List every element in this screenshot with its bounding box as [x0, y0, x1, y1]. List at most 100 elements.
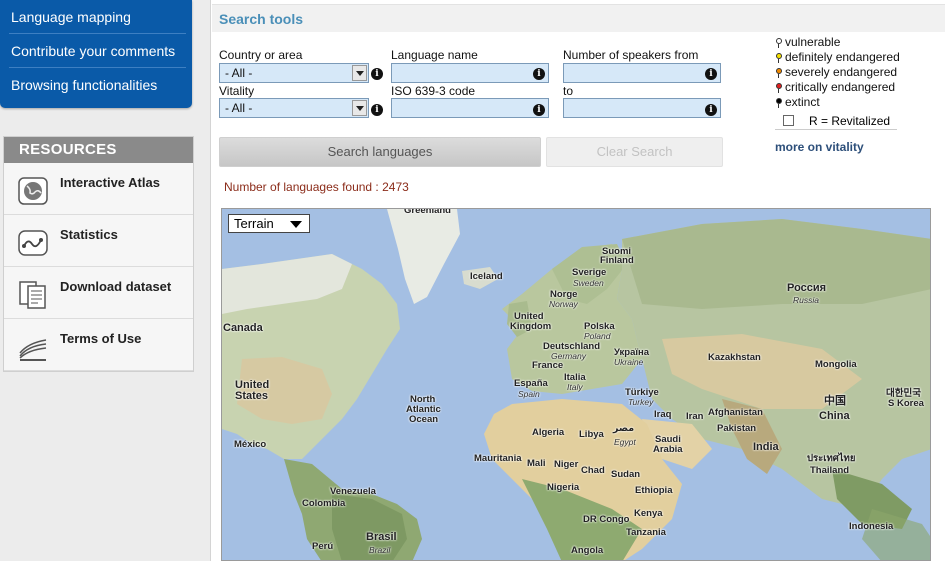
map-label: Canada	[223, 322, 263, 334]
country-select[interactable]: - All -	[219, 63, 369, 83]
map-label: Spain	[518, 389, 540, 399]
revitalized-checkbox[interactable]	[783, 115, 794, 126]
resource-statistics[interactable]: Statistics	[4, 215, 193, 267]
clear-search-button[interactable]: Clear Search	[546, 137, 723, 167]
map-label: Iran	[686, 411, 704, 422]
resource-label: Interactive Atlas	[60, 175, 160, 190]
map-label: مصر	[613, 423, 635, 434]
map-label: 中国	[824, 395, 846, 407]
statistics-icon	[18, 230, 48, 256]
map-label: Chad	[581, 465, 605, 476]
legend-item-definitely-endangered: definitely endangered	[775, 50, 935, 65]
pin-icon	[776, 98, 782, 108]
map-label: Россия	[787, 282, 827, 294]
country-label: Country or area	[219, 48, 303, 62]
map-label: ประเทศไทย	[807, 453, 856, 464]
map-label: México	[234, 439, 267, 450]
search-tools-header: Search tools	[212, 4, 945, 32]
map-label: DR Congo	[583, 514, 630, 525]
resources-panel: RESOURCES Interactive Atlas Statistics D…	[3, 136, 194, 372]
revitalized-toggle[interactable]: R = Revitalized	[775, 112, 897, 130]
map-label: Tanzania	[626, 527, 666, 538]
legend-item-extinct: extinct	[775, 95, 935, 110]
map-label: India	[753, 441, 779, 453]
map-label: Venezuela	[330, 486, 376, 497]
map-label: Afghanistan	[708, 407, 763, 418]
map-label: Iraq	[654, 409, 672, 420]
legend-item-critically-endangered: critically endangered	[775, 80, 935, 95]
map-label: Arabia	[653, 444, 683, 455]
resource-label: Statistics	[60, 227, 118, 242]
resource-label: Download dataset	[60, 279, 172, 294]
map-label: Norway	[549, 299, 578, 309]
search-languages-button[interactable]: Search languages	[219, 137, 541, 167]
map-label: France	[532, 360, 564, 371]
pin-icon	[776, 38, 782, 48]
resource-label: Terms of Use	[60, 331, 142, 346]
map-label: China	[819, 410, 850, 422]
iso-code-input[interactable]	[391, 98, 549, 118]
map-label: Brazil	[369, 545, 391, 555]
revitalized-label: R = Revitalized	[809, 114, 891, 128]
resource-interactive-atlas[interactable]: Interactive Atlas	[4, 163, 193, 215]
main-content: Search tools Country or area - All - i L…	[212, 0, 945, 561]
vitality-info-icon[interactable]: i	[371, 104, 383, 116]
country-info-icon[interactable]: i	[371, 68, 383, 80]
more-on-vitality-link[interactable]: more on vitality	[775, 140, 864, 154]
iso-label: ISO 639-3 code	[391, 84, 476, 98]
vitality-label: Vitality	[219, 84, 255, 98]
globe-icon	[18, 177, 48, 205]
nav-language-mapping[interactable]: Language mapping	[0, 0, 192, 34]
map-label: Greenland	[404, 208, 451, 216]
map-label: 대한민국	[886, 388, 921, 399]
map-type-select[interactable]: Terrain	[228, 214, 310, 233]
world-map[interactable]: Terrain Greenland Iceland Suomi Finland …	[221, 208, 931, 561]
map-label: Poland	[584, 331, 611, 341]
map-label: Iceland	[470, 271, 503, 282]
nav-browsing-functionalities[interactable]: Browsing functionalities	[0, 68, 192, 102]
resource-terms-of-use[interactable]: Terms of Use	[4, 319, 193, 371]
speakers-to-input[interactable]	[563, 98, 721, 118]
legend-item-severely-endangered: severely endangered	[775, 65, 935, 80]
map-label: Mali	[527, 458, 546, 469]
map-label: Ocean	[409, 414, 439, 425]
speakers-to-info-icon[interactable]: i	[705, 104, 717, 116]
map-label: Nigeria	[547, 482, 580, 493]
page-title: Search tools	[219, 11, 304, 27]
map-label: Turkey	[628, 397, 654, 407]
map-label: Thailand	[810, 465, 850, 476]
map-label: Pakistan	[717, 423, 757, 434]
map-label: Kenya	[634, 508, 663, 519]
languages-found-count: Number of languages found : 2473	[224, 180, 409, 194]
language-info-icon[interactable]: i	[533, 68, 545, 80]
map-label: Sweden	[573, 278, 604, 288]
map-label: Finland	[600, 255, 634, 266]
vitality-select[interactable]: - All -	[219, 98, 369, 118]
map-label: Italy	[567, 382, 583, 392]
resources-title: RESOURCES	[4, 137, 193, 163]
speakers-from-info-icon[interactable]: i	[705, 68, 717, 80]
iso-info-icon[interactable]: i	[533, 104, 545, 116]
map-label: Kazakhstan	[708, 352, 761, 363]
map-label: Ukraine	[614, 357, 644, 367]
speakers-to-label: to	[563, 84, 574, 98]
speakers-from-input[interactable]	[563, 63, 721, 83]
map-label: Libya	[579, 429, 604, 440]
vitality-select-value: - All -	[225, 101, 253, 115]
book-icon	[19, 339, 47, 361]
chevron-down-icon	[352, 100, 367, 116]
map-label: Egypt	[614, 437, 636, 447]
vitality-legend: vulnerable definitely endangered severel…	[775, 35, 935, 130]
map-label: Indonesia	[849, 521, 894, 532]
nav-contribute-comments[interactable]: Contribute your comments	[0, 34, 192, 68]
speakers-from-label: Number of speakers from	[563, 48, 699, 62]
map-label: Kingdom	[510, 321, 552, 332]
language-name-input[interactable]	[391, 63, 549, 83]
resource-download-dataset[interactable]: Download dataset	[4, 267, 193, 319]
map-label: Sudan	[611, 469, 641, 480]
language-name-label: Language name	[391, 48, 478, 62]
map-label: Mauritania	[474, 453, 522, 464]
map-label: Colombia	[302, 498, 346, 509]
map-label: Niger	[554, 459, 579, 470]
pin-icon	[776, 53, 782, 63]
